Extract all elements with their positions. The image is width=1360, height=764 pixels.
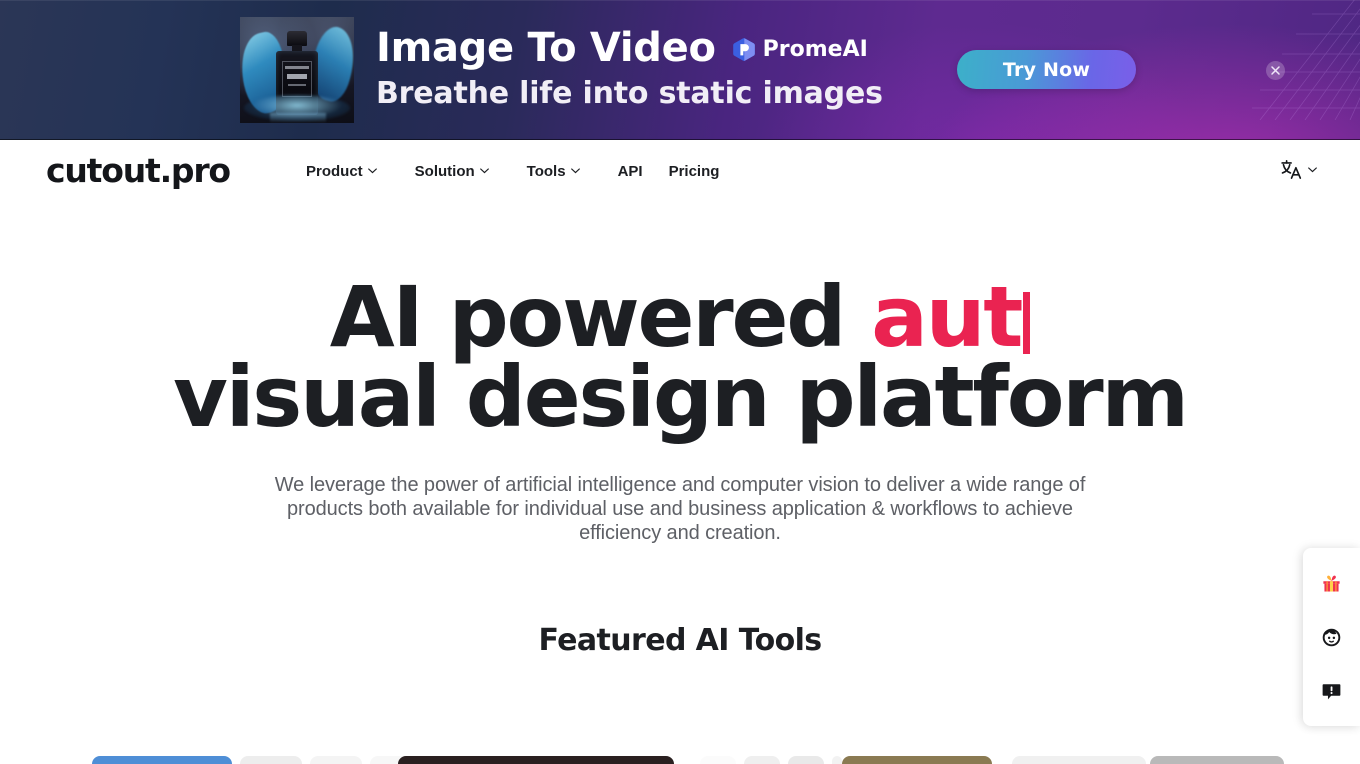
nav-item-solution-label: Solution: [414, 162, 475, 180]
hero-description: We leverage the power of artificial inte…: [274, 474, 1086, 544]
feedback-button[interactable]: [1303, 664, 1360, 718]
card-grey-panel[interactable]: [1150, 756, 1284, 764]
nav-item-pricing-label: Pricing: [668, 162, 720, 180]
featured-tools-strip: [0, 756, 1360, 764]
thumbnail-reflection: [270, 113, 326, 123]
card-grey-thin-2[interactable]: [788, 756, 824, 764]
thumbnail-label-line-2: [287, 74, 307, 79]
promeai-brand: PromeAI: [732, 37, 868, 62]
try-now-button[interactable]: Try Now: [957, 50, 1136, 89]
featured-tools-heading: Featured AI Tools: [538, 623, 822, 658]
hero-title-line2: visual design platform: [173, 348, 1189, 446]
card-grey-thin[interactable]: [744, 756, 780, 764]
close-banner-button[interactable]: [1266, 61, 1285, 80]
card-light-panel[interactable]: [1012, 756, 1146, 764]
thumbnail-bottle-cap: [287, 31, 307, 46]
account-button[interactable]: [1303, 610, 1360, 664]
card-dark-photo[interactable]: [398, 756, 674, 764]
card-grey-thin-3[interactable]: [832, 756, 842, 764]
nav-item-api-label: API: [617, 162, 643, 180]
main-navigation: Product Solution Tools API Pricing: [306, 140, 745, 202]
gift-button[interactable]: [1303, 556, 1360, 610]
site-header: cutout.pro Product Solution Tools API Pr…: [0, 140, 1360, 202]
card-white-thin[interactable]: [700, 756, 736, 764]
promo-subtitle: Breathe life into static images: [376, 76, 883, 111]
card-colorful-photo[interactable]: [842, 756, 992, 764]
typing-cursor: [1023, 292, 1031, 354]
nav-item-solution[interactable]: Solution: [415, 163, 505, 180]
nav-item-pricing[interactable]: Pricing: [669, 163, 720, 180]
feedback-bubble-icon: [1322, 683, 1341, 699]
language-selector[interactable]: [1280, 158, 1317, 181]
page-title: AI powered aut visual design platform: [0, 275, 1360, 439]
card-blue-portrait[interactable]: [92, 756, 232, 764]
nav-item-tools-label: Tools: [526, 162, 566, 180]
card-faint-grey[interactable]: [310, 756, 362, 764]
hero-section: AI powered aut visual design platform We…: [0, 202, 1360, 658]
brand-logo[interactable]: cutout.pro: [46, 154, 231, 188]
translate-icon: [1281, 160, 1302, 179]
promeai-name: PromeAI: [762, 37, 868, 62]
nav-item-product-label: Product: [306, 162, 363, 180]
chevron-down-icon: [479, 168, 489, 174]
close-icon: [1271, 66, 1280, 75]
chevron-down-icon: [367, 168, 377, 174]
promeai-logo-icon: [732, 38, 755, 61]
avatar-face-icon: [1322, 628, 1341, 646]
promo-banner[interactable]: Image To Video PromeAI Breathe life into…: [0, 0, 1360, 140]
promo-thumbnail: [240, 17, 354, 123]
nav-item-tools[interactable]: Tools: [527, 163, 596, 180]
chevron-down-icon: [1308, 166, 1317, 172]
nav-item-product[interactable]: Product: [306, 163, 393, 180]
card-light-grey[interactable]: [240, 756, 302, 764]
promo-title: Image To Video: [376, 25, 716, 71]
nav-item-api[interactable]: API: [618, 163, 643, 180]
thumbnail-label-line-3: [288, 84, 306, 86]
gift-icon: [1323, 575, 1340, 592]
side-widget: [1303, 548, 1360, 726]
promo-headline-row: Image To Video PromeAI: [376, 24, 896, 72]
chevron-down-icon: [570, 168, 580, 174]
promo-copy: Image To Video PromeAI Breathe life into…: [376, 24, 896, 111]
thumbnail-label-line-1: [285, 66, 309, 69]
